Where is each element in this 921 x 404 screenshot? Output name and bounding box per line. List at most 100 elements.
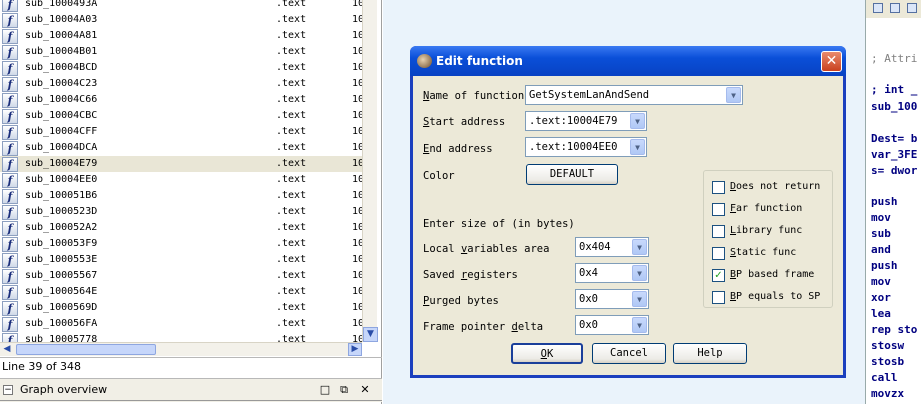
option-label: BP equals to SP: [730, 291, 821, 302]
local-variables-combo[interactable]: 0x404 ▼: [575, 237, 649, 257]
function-row[interactable]: f sub_1000569D .text 10: [0, 300, 362, 316]
function-start: 10: [352, 238, 362, 249]
disassembly-line: and: [871, 243, 891, 256]
function-row[interactable]: f sub_100051B6 .text 10: [0, 188, 362, 204]
scroll-left-arrow-icon[interactable]: ◀: [0, 343, 14, 356]
view-icon[interactable]: [873, 3, 883, 13]
function-segment: .text: [276, 270, 307, 281]
function-row[interactable]: f sub_10004EE0 .text 10: [0, 172, 362, 188]
function-row[interactable]: f sub_10004BCD .text 10: [0, 60, 362, 76]
dropdown-arrow-icon[interactable]: ▼: [630, 139, 645, 155]
function-row[interactable]: f sub_100053F9 .text 10: [0, 236, 362, 252]
function-segment: .text: [276, 14, 307, 25]
dropdown-arrow-icon[interactable]: ▼: [630, 113, 645, 129]
cancel-button[interactable]: Cancel: [592, 343, 666, 364]
edit-function-dialog: Edit function ✕ Name of function GetSyst…: [410, 46, 846, 378]
function-row[interactable]: f sub_10005778 .text 10: [0, 332, 362, 342]
function-segment: .text: [276, 318, 307, 329]
function-row[interactable]: f sub_100056FA .text 10: [0, 316, 362, 332]
purged-bytes-value: 0x0: [579, 293, 598, 305]
help-button[interactable]: Help: [673, 343, 747, 364]
functions-list[interactable]: f sub_1000493A .text 10 f sub_10004A03 .text 10…: [0, 0, 362, 342]
frame-pointer-delta-combo[interactable]: 0x0 ▼: [575, 315, 649, 335]
disassembly-line: var_3FE: [871, 148, 918, 161]
function-row[interactable]: f sub_10004E79 .text 10: [0, 156, 362, 172]
dialog-titlebar[interactable]: Edit function ✕: [410, 46, 846, 76]
disassembly-line: mov: [871, 275, 891, 288]
start-address-combo[interactable]: .text:10004E79 ▼: [525, 111, 647, 131]
function-icon: f: [2, 157, 18, 172]
function-row[interactable]: f sub_1000493A .text 10: [0, 0, 362, 12]
disassembly-comment: ; Attri: [871, 52, 918, 65]
color-default-button[interactable]: DEFAULT: [526, 164, 618, 185]
function-icon: f: [2, 269, 18, 284]
disassembly-line: s= dwor: [871, 164, 918, 177]
checkbox-icon[interactable]: [712, 181, 725, 194]
function-row[interactable]: f sub_10004A03 .text 10: [0, 12, 362, 28]
local-variables-value: 0x404: [579, 241, 611, 253]
float-window-icon[interactable]: ⧉: [337, 383, 351, 397]
function-name-combo[interactable]: GetSystemLanAndSend ▼: [525, 85, 743, 105]
function-row[interactable]: f sub_1000564E .text 10: [0, 284, 362, 300]
function-segment: .text: [276, 142, 307, 153]
function-name: sub_10004BCD: [25, 62, 98, 73]
function-segment: .text: [276, 222, 307, 233]
function-segment: .text: [276, 62, 307, 73]
disassembly-line: call: [871, 371, 898, 384]
function-row[interactable]: f sub_10005567 .text 10: [0, 268, 362, 284]
function-name: sub_10005567: [25, 270, 98, 281]
restore-icon[interactable]: □: [318, 383, 332, 397]
end-address-combo[interactable]: .text:10004EE0 ▼: [525, 137, 647, 157]
start-address-label: Start address: [423, 116, 506, 128]
function-row[interactable]: f sub_10004DCA .text 10: [0, 140, 362, 156]
function-icon: f: [2, 237, 18, 252]
disassembly-line: sub: [871, 227, 891, 240]
function-row[interactable]: f sub_100052A2 .text 10: [0, 220, 362, 236]
disassembly-line: mov: [871, 211, 891, 224]
checkbox-checked-icon[interactable]: ✓: [712, 269, 725, 282]
horizontal-scroll-thumb[interactable]: [16, 344, 156, 355]
disassembly-line: stosb: [871, 355, 905, 368]
scroll-down-arrow-icon[interactable]: ▼: [363, 327, 378, 342]
function-row[interactable]: f sub_10004B01 .text 10: [0, 44, 362, 60]
ok-button[interactable]: OK: [511, 343, 583, 364]
function-name: sub_100053F9: [25, 238, 98, 249]
checkbox-icon[interactable]: [712, 203, 725, 216]
function-row[interactable]: f sub_10004C66 .text 10: [0, 92, 362, 108]
function-segment: .text: [276, 94, 307, 105]
function-row[interactable]: f sub_1000523D .text 10: [0, 204, 362, 220]
purged-bytes-combo[interactable]: 0x0 ▼: [575, 289, 649, 309]
dropdown-arrow-icon[interactable]: ▼: [632, 239, 647, 255]
saved-registers-combo[interactable]: 0x4 ▼: [575, 263, 649, 283]
dialog-close-button[interactable]: ✕: [821, 51, 842, 72]
function-row[interactable]: f sub_1000553E .text 10: [0, 252, 362, 268]
function-row[interactable]: f sub_10004CFF .text 10: [0, 124, 362, 140]
checkbox-icon[interactable]: [712, 225, 725, 238]
function-icon: f: [2, 0, 18, 12]
horizontal-scrollbar[interactable]: ◀ ▶: [0, 342, 362, 356]
disassembly-line: rep sto: [871, 323, 918, 336]
checkbox-icon[interactable]: [712, 247, 725, 260]
function-segment: .text: [276, 158, 307, 169]
function-name: sub_1000523D: [25, 206, 98, 217]
function-row[interactable]: f sub_10004C23 .text 10: [0, 76, 362, 92]
dropdown-arrow-icon[interactable]: ▼: [632, 291, 647, 307]
checkbox-icon[interactable]: [712, 291, 725, 304]
function-name: sub_10004CFF: [25, 126, 98, 137]
function-row[interactable]: f sub_10004A81 .text 10: [0, 28, 362, 44]
dropdown-arrow-icon[interactable]: ▼: [726, 87, 741, 103]
collapse-icon[interactable]: −: [3, 385, 13, 395]
window-icon[interactable]: [907, 3, 917, 13]
close-icon[interactable]: ✕: [358, 383, 372, 397]
disassembly-view[interactable]: ; Attri ; int _ sub_100 Dest= b var_3FE s= dw…: [865, 0, 921, 404]
function-start: 10: [352, 270, 362, 281]
function-start: 10: [352, 318, 362, 329]
function-row[interactable]: f sub_10004CBC .text 10: [0, 108, 362, 124]
function-name: sub_1000493A: [25, 0, 98, 9]
graph-icon[interactable]: [890, 3, 900, 13]
vertical-scrollbar[interactable]: ▼: [362, 0, 378, 342]
dropdown-arrow-icon[interactable]: ▼: [632, 317, 647, 333]
scroll-right-arrow-icon[interactable]: ▶: [348, 343, 362, 356]
function-segment: .text: [276, 30, 307, 41]
dropdown-arrow-icon[interactable]: ▼: [632, 265, 647, 281]
